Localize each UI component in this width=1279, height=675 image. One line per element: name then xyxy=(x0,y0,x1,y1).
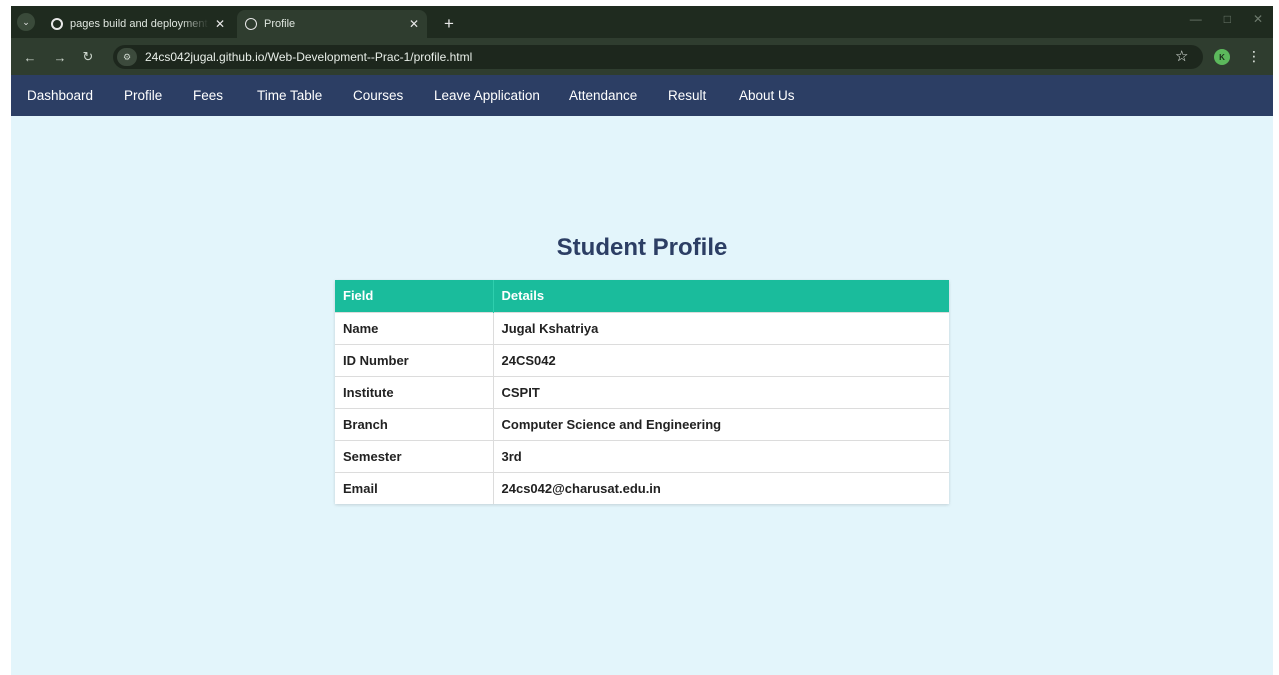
table-header-row: Field Details xyxy=(335,280,949,312)
window-controls: — □ ✕ xyxy=(1190,12,1263,26)
field-value: Computer Science and Engineering xyxy=(493,407,949,440)
field-label: Branch xyxy=(335,407,494,440)
nav-link-attendance[interactable]: Attendance xyxy=(569,88,637,103)
column-header-details: Details xyxy=(493,280,949,312)
field-value: 3rd xyxy=(493,439,949,472)
nav-link-dashboard[interactable]: Dashboard xyxy=(27,88,93,103)
tab-strip: ⌄ pages build and deployment · 24cs042ju… xyxy=(11,6,1273,38)
bookmark-star-icon[interactable]: ☆ xyxy=(1175,47,1188,65)
field-value: CSPIT xyxy=(493,375,949,408)
nav-link-courses[interactable]: Courses xyxy=(353,88,403,103)
nav-link-fees[interactable]: Fees xyxy=(193,88,223,103)
back-arrow-icon[interactable]: ← xyxy=(21,48,39,66)
kebab-menu-icon[interactable]: ⋮ xyxy=(1247,48,1261,65)
reload-icon[interactable]: ↻ xyxy=(79,48,97,66)
table-row: ID Number 24CS042 xyxy=(335,343,949,376)
address-bar[interactable]: ⚙ 24cs042jugal.github.io/Web-Development… xyxy=(113,45,1203,69)
nav-link-result[interactable]: Result xyxy=(668,88,706,103)
table-row: Name Jugal Kshatriya xyxy=(335,311,949,344)
forward-arrow-icon[interactable]: → xyxy=(51,48,69,66)
field-value: 24CS042 xyxy=(493,343,949,376)
table-row: Semester 3rd xyxy=(335,439,949,472)
new-tab-plus-icon[interactable]: + xyxy=(437,12,461,36)
tab-title: Profile xyxy=(264,18,296,30)
field-label: Semester xyxy=(335,439,494,472)
column-header-field: Field xyxy=(335,280,494,312)
globe-icon xyxy=(245,18,257,30)
close-icon[interactable]: ✕ xyxy=(215,17,225,31)
browser-window: ⌄ pages build and deployment · 24cs042ju… xyxy=(11,6,1273,675)
table-row: Institute CSPIT xyxy=(335,375,949,408)
field-label: Institute xyxy=(335,375,494,408)
url-text: 24cs042jugal.github.io/Web-Development--… xyxy=(145,50,473,64)
site-navbar: Dashboard Profile Fees Time Table Course… xyxy=(11,75,1273,116)
profile-table: Field Details Name Jugal Kshatriya ID Nu… xyxy=(335,280,949,504)
table-row: Branch Computer Science and Engineering xyxy=(335,407,949,440)
github-icon xyxy=(51,18,63,30)
minimize-icon[interactable]: — xyxy=(1190,12,1202,26)
table-row: Email 24cs042@charusat.edu.in xyxy=(335,471,949,504)
nav-link-time-table[interactable]: Time Table xyxy=(257,88,322,103)
close-window-icon[interactable]: ✕ xyxy=(1253,12,1263,26)
browser-toolbar: ← → ↻ ⚙ 24cs042jugal.github.io/Web-Devel… xyxy=(11,38,1273,75)
profile-avatar[interactable]: K xyxy=(1214,49,1230,65)
tab-profile[interactable]: Profile ✕ xyxy=(237,10,427,38)
tab-pages-build[interactable]: pages build and deployment · 24cs042juga… xyxy=(43,10,233,38)
maximize-icon[interactable]: □ xyxy=(1224,12,1231,26)
field-value: Jugal Kshatriya xyxy=(493,311,949,344)
field-label: Email xyxy=(335,471,494,504)
field-label: ID Number xyxy=(335,343,494,376)
nav-link-leave-application[interactable]: Leave Application xyxy=(434,88,540,103)
site-settings-icon[interactable]: ⚙ xyxy=(117,48,137,66)
nav-link-profile[interactable]: Profile xyxy=(124,88,162,103)
nav-link-about-us[interactable]: About Us xyxy=(739,88,795,103)
tab-title: pages build and deployment · 24cs042juga… xyxy=(70,18,209,30)
field-value: 24cs042@charusat.edu.in xyxy=(493,471,949,504)
tab-search-chevron-icon[interactable]: ⌄ xyxy=(17,13,35,31)
page-title: Student Profile xyxy=(556,234,728,261)
field-label: Name xyxy=(335,311,494,344)
close-icon[interactable]: ✕ xyxy=(409,17,419,31)
